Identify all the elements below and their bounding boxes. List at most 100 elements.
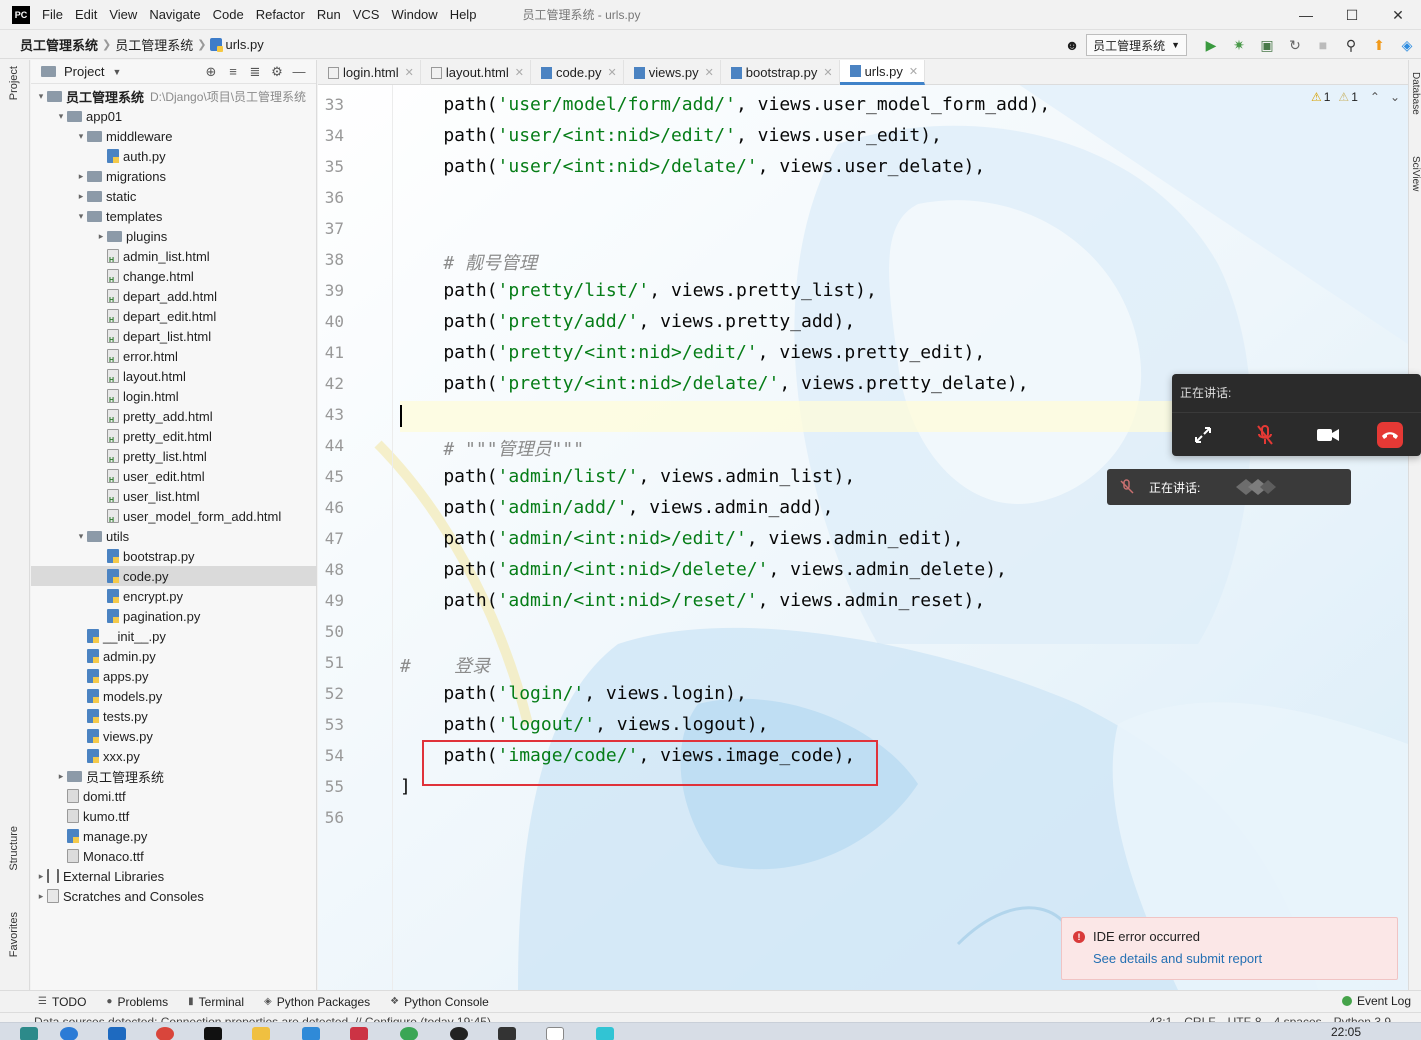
close-icon[interactable]: ✕ bbox=[823, 66, 832, 79]
tree-item[interactable]: ▸ 员工管理系统 bbox=[31, 766, 317, 786]
tab-layout-html[interactable]: layout.html ✕ bbox=[421, 60, 531, 85]
tree-item[interactable]: user_model_form_add.html bbox=[31, 506, 317, 526]
tree-item[interactable]: __init__.py bbox=[31, 626, 317, 646]
chevron-down-icon[interactable]: ▾ bbox=[75, 211, 87, 222]
tree-item[interactable]: ▸ migrations bbox=[31, 166, 317, 186]
menu-run[interactable]: Run bbox=[311, 0, 347, 30]
toolbox-icon[interactable]: ◈ bbox=[1396, 34, 1418, 56]
tool-problems[interactable]: ● Problems bbox=[106, 995, 168, 1009]
tree-item[interactable]: ▸ plugins bbox=[31, 226, 317, 246]
store-icon[interactable] bbox=[108, 1027, 126, 1040]
expand-all-icon[interactable]: ≡ bbox=[222, 64, 244, 80]
debug-icon[interactable]: ✷ bbox=[1228, 34, 1250, 56]
video-camera-icon[interactable] bbox=[1315, 422, 1341, 448]
taskbar-app-icon[interactable] bbox=[20, 1027, 38, 1040]
tab-bootstrap-py[interactable]: bootstrap.py ✕ bbox=[721, 60, 840, 85]
menu-navigate[interactable]: Navigate bbox=[143, 0, 206, 30]
menu-refactor[interactable]: Refactor bbox=[250, 0, 311, 30]
chevron-down-icon[interactable]: ▾ bbox=[75, 531, 87, 542]
close-icon[interactable]: ✕ bbox=[515, 66, 524, 79]
tree-item[interactable]: auth.py bbox=[31, 146, 317, 166]
profile-icon[interactable]: ↻ bbox=[1284, 34, 1306, 56]
submit-report-link[interactable]: See details and submit report bbox=[1093, 951, 1262, 966]
app-icon[interactable] bbox=[546, 1027, 564, 1040]
tool-python-packages[interactable]: ◈ Python Packages bbox=[264, 995, 370, 1009]
tree-item[interactable]: pretty_list.html bbox=[31, 446, 317, 466]
tree-item[interactable]: encrypt.py bbox=[31, 586, 317, 606]
code-area[interactable]: path('user/model/form/add/', views.user_… bbox=[400, 85, 1400, 990]
chevron-down-icon[interactable]: ▼ bbox=[112, 67, 121, 77]
tree-item[interactable]: admin_list.html bbox=[31, 246, 317, 266]
tree-item[interactable]: user_list.html bbox=[31, 486, 317, 506]
clock[interactable]: 22:05 bbox=[1331, 1025, 1361, 1039]
gear-icon[interactable]: ⚙ bbox=[266, 64, 288, 80]
tree-item[interactable]: kumo.ttf bbox=[31, 806, 317, 826]
tree-item[interactable]: Monaco.ttf bbox=[31, 846, 317, 866]
close-window-button[interactable]: ✕ bbox=[1375, 0, 1421, 30]
tree-item[interactable]: tests.py bbox=[31, 706, 317, 726]
chevron-right-icon[interactable]: ▸ bbox=[75, 191, 87, 202]
tree-item[interactable]: bootstrap.py bbox=[31, 546, 317, 566]
app-icon[interactable] bbox=[596, 1027, 614, 1040]
event-log-button[interactable]: Event Log bbox=[1341, 994, 1411, 1008]
tree-item[interactable]: layout.html bbox=[31, 366, 317, 386]
search-icon[interactable]: ⚲ bbox=[1340, 34, 1362, 56]
menu-window[interactable]: Window bbox=[385, 0, 443, 30]
tree-item[interactable]: depart_edit.html bbox=[31, 306, 317, 326]
tree-item[interactable]: ▾ utils bbox=[31, 526, 317, 546]
expand-icon[interactable] bbox=[1190, 422, 1216, 448]
collapse-all-icon[interactable]: ≣ bbox=[244, 64, 266, 80]
stop-icon[interactable]: ■ bbox=[1312, 34, 1334, 56]
mic-muted-icon[interactable] bbox=[1252, 422, 1278, 448]
tree-item[interactable]: ▸ Scratches and Consoles bbox=[31, 886, 317, 906]
breadcrumb-file[interactable]: urls.py bbox=[206, 37, 267, 52]
user-icon[interactable]: ☻ bbox=[1061, 34, 1083, 56]
close-icon[interactable]: ✕ bbox=[705, 66, 714, 79]
chevron-right-icon[interactable]: ▸ bbox=[75, 171, 87, 182]
menu-edit[interactable]: Edit bbox=[69, 0, 103, 30]
tool-python-console[interactable]: ❖ Python Console bbox=[390, 995, 489, 1009]
update-icon[interactable]: ⬆ bbox=[1368, 34, 1390, 56]
run-config-select[interactable]: 员工管理系统 ▼ bbox=[1086, 34, 1187, 56]
project-panel-title[interactable]: Project bbox=[64, 64, 104, 79]
database-tool-tab[interactable]: Database bbox=[1410, 72, 1421, 115]
sciview-tool-tab[interactable]: SciView bbox=[1410, 156, 1421, 191]
tree-item[interactable]: depart_add.html bbox=[31, 286, 317, 306]
inspection-widget[interactable]: ⚠ 1 ⚠ 1 ⌃ ⌄ bbox=[1311, 90, 1400, 104]
tree-item[interactable]: code.py bbox=[31, 566, 317, 586]
folder-icon[interactable] bbox=[252, 1027, 270, 1040]
tree-item[interactable]: login.html bbox=[31, 386, 317, 406]
tree-item[interactable]: views.py bbox=[31, 726, 317, 746]
hide-panel-icon[interactable]: — bbox=[288, 64, 310, 80]
chrome-icon[interactable] bbox=[156, 1027, 174, 1040]
chevron-up-icon[interactable]: ⌃ bbox=[1370, 90, 1380, 104]
tool-terminal[interactable]: ▮ Terminal bbox=[188, 995, 244, 1009]
close-icon[interactable]: ✕ bbox=[608, 66, 617, 79]
tool-todo[interactable]: ☰ TODO bbox=[38, 995, 86, 1009]
tree-item[interactable]: change.html bbox=[31, 266, 317, 286]
wechat-icon[interactable] bbox=[400, 1027, 418, 1040]
app-icon[interactable] bbox=[498, 1027, 516, 1040]
tree-item[interactable]: admin.py bbox=[31, 646, 317, 666]
tree-item[interactable]: ▾ app01 bbox=[31, 106, 317, 126]
edge-icon[interactable] bbox=[60, 1027, 78, 1040]
run-icon[interactable]: ▶ bbox=[1200, 34, 1222, 56]
chevron-down-icon[interactable]: ▾ bbox=[75, 131, 87, 142]
tree-item[interactable]: ▸ External Libraries bbox=[31, 866, 317, 886]
chevron-down-icon[interactable]: ⌄ bbox=[1390, 90, 1400, 104]
close-icon[interactable]: ✕ bbox=[909, 65, 918, 78]
tree-item[interactable]: pagination.py bbox=[31, 606, 317, 626]
tree-item[interactable]: models.py bbox=[31, 686, 317, 706]
minimize-button[interactable]: — bbox=[1283, 0, 1329, 30]
menu-view[interactable]: View bbox=[103, 0, 143, 30]
tree-item[interactable]: ▾ middleware bbox=[31, 126, 317, 146]
coverage-icon[interactable]: ▣ bbox=[1256, 34, 1278, 56]
chevron-down-icon[interactable]: ▾ bbox=[35, 91, 47, 102]
chevron-down-icon[interactable]: ▾ bbox=[55, 111, 67, 122]
chevron-right-icon[interactable]: ▸ bbox=[95, 231, 107, 242]
tree-item[interactable]: xxx.py bbox=[31, 746, 317, 766]
calendar-icon[interactable] bbox=[302, 1027, 320, 1040]
hang-up-icon[interactable] bbox=[1376, 421, 1403, 448]
chevron-right-icon[interactable]: ▸ bbox=[35, 871, 47, 882]
menu-vcs[interactable]: VCS bbox=[347, 0, 386, 30]
